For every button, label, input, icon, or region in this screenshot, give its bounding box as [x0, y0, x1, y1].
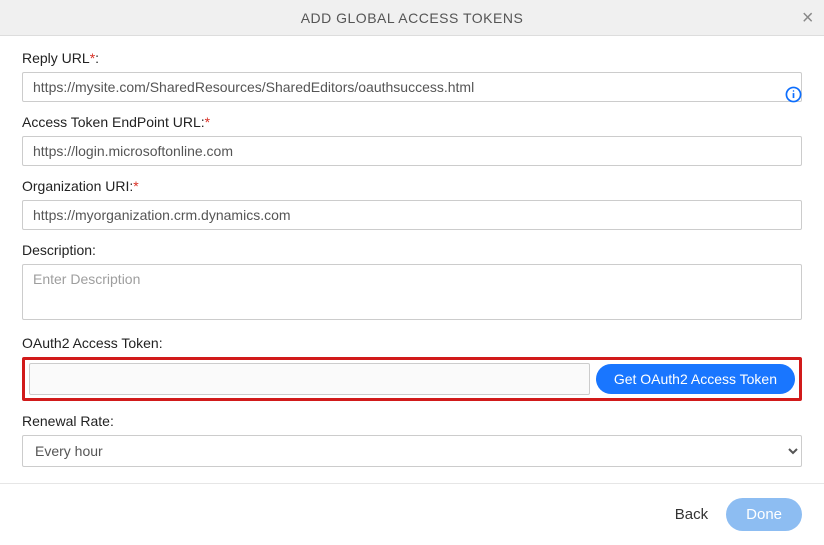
dialog-title: ADD GLOBAL ACCESS TOKENS [301, 10, 524, 26]
field-renewal-rate: Renewal Rate: Every hour [22, 413, 802, 467]
oauth-token-label: OAuth2 Access Token: [22, 335, 802, 351]
endpoint-url-input[interactable] [22, 136, 802, 166]
close-icon[interactable]: × [802, 8, 814, 28]
description-input[interactable] [22, 264, 802, 320]
info-icon[interactable] [785, 86, 802, 106]
field-endpoint-url: Access Token EndPoint URL:* [22, 114, 802, 166]
field-description: Description: [22, 242, 802, 323]
oauth-token-input[interactable] [29, 363, 590, 395]
reply-url-input[interactable] [22, 72, 802, 102]
org-uri-label: Organization URI:* [22, 178, 802, 194]
field-reply-url: Reply URL*: [22, 50, 802, 102]
field-oauth-token: OAuth2 Access Token: Get OAuth2 Access T… [22, 335, 802, 401]
back-button[interactable]: Back [675, 506, 708, 523]
done-button[interactable]: Done [726, 498, 802, 531]
field-org-uri: Organization URI:* [22, 178, 802, 230]
org-uri-input[interactable] [22, 200, 802, 230]
dialog-footer: Back Done [0, 483, 824, 545]
reply-url-label: Reply URL*: [22, 50, 802, 66]
renewal-rate-select[interactable]: Every hour [22, 435, 802, 467]
get-oauth-token-button[interactable]: Get OAuth2 Access Token [596, 364, 795, 394]
description-label: Description: [22, 242, 802, 258]
renewal-rate-label: Renewal Rate: [22, 413, 802, 429]
dialog-content: Reply URL*: Access Token EndPoint URL:* … [0, 36, 824, 477]
dialog-header: ADD GLOBAL ACCESS TOKENS × [0, 0, 824, 36]
endpoint-url-label: Access Token EndPoint URL:* [22, 114, 802, 130]
oauth-token-row: Get OAuth2 Access Token [22, 357, 802, 401]
